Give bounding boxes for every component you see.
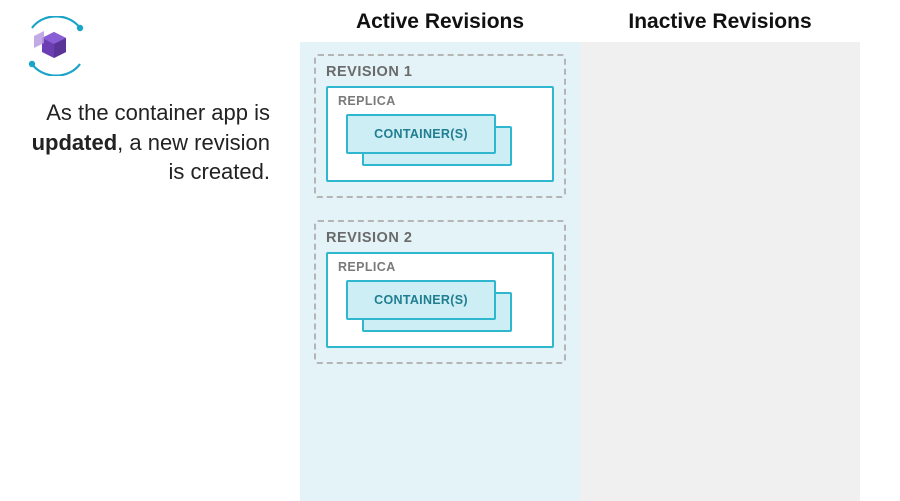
container-stack: CONTAINER(S): [346, 280, 542, 332]
revision-label: REVISION 2: [326, 230, 554, 246]
left-column: As the container app is updated, a new r…: [0, 0, 300, 501]
replica-box: REPLICA CONTAINER(S): [326, 86, 554, 182]
description-text: As the container app is updated, a new r…: [24, 98, 276, 187]
desc-prefix: As the container app is: [46, 100, 270, 125]
desc-suffix: , a new revision is created.: [117, 130, 270, 185]
active-body: REVISION 1 REPLICA CONTAINER(S) REVISION…: [300, 42, 580, 501]
inactive-heading: Inactive Revisions: [580, 0, 860, 42]
revision-box: REVISION 1 REPLICA CONTAINER(S): [314, 54, 566, 198]
replica-box: REPLICA CONTAINER(S): [326, 252, 554, 348]
container-box: CONTAINER(S): [346, 280, 496, 320]
revision-label: REVISION 1: [326, 64, 554, 80]
replica-label: REPLICA: [338, 94, 542, 108]
revision-box: REVISION 2 REPLICA CONTAINER(S): [314, 220, 566, 364]
diagram-root: As the container app is updated, a new r…: [0, 0, 900, 501]
inactive-revisions-panel: Inactive Revisions: [580, 0, 860, 501]
desc-emph: updated: [32, 130, 118, 155]
active-revisions-panel: Active Revisions REVISION 1 REPLICA CONT…: [300, 0, 580, 501]
inactive-body: [580, 42, 860, 501]
active-heading: Active Revisions: [300, 0, 580, 42]
container-stack: CONTAINER(S): [346, 114, 542, 166]
container-box: CONTAINER(S): [346, 114, 496, 154]
revision-columns: Active Revisions REVISION 1 REPLICA CONT…: [300, 0, 900, 501]
replica-label: REPLICA: [338, 260, 542, 274]
azure-container-apps-icon: [24, 16, 88, 76]
